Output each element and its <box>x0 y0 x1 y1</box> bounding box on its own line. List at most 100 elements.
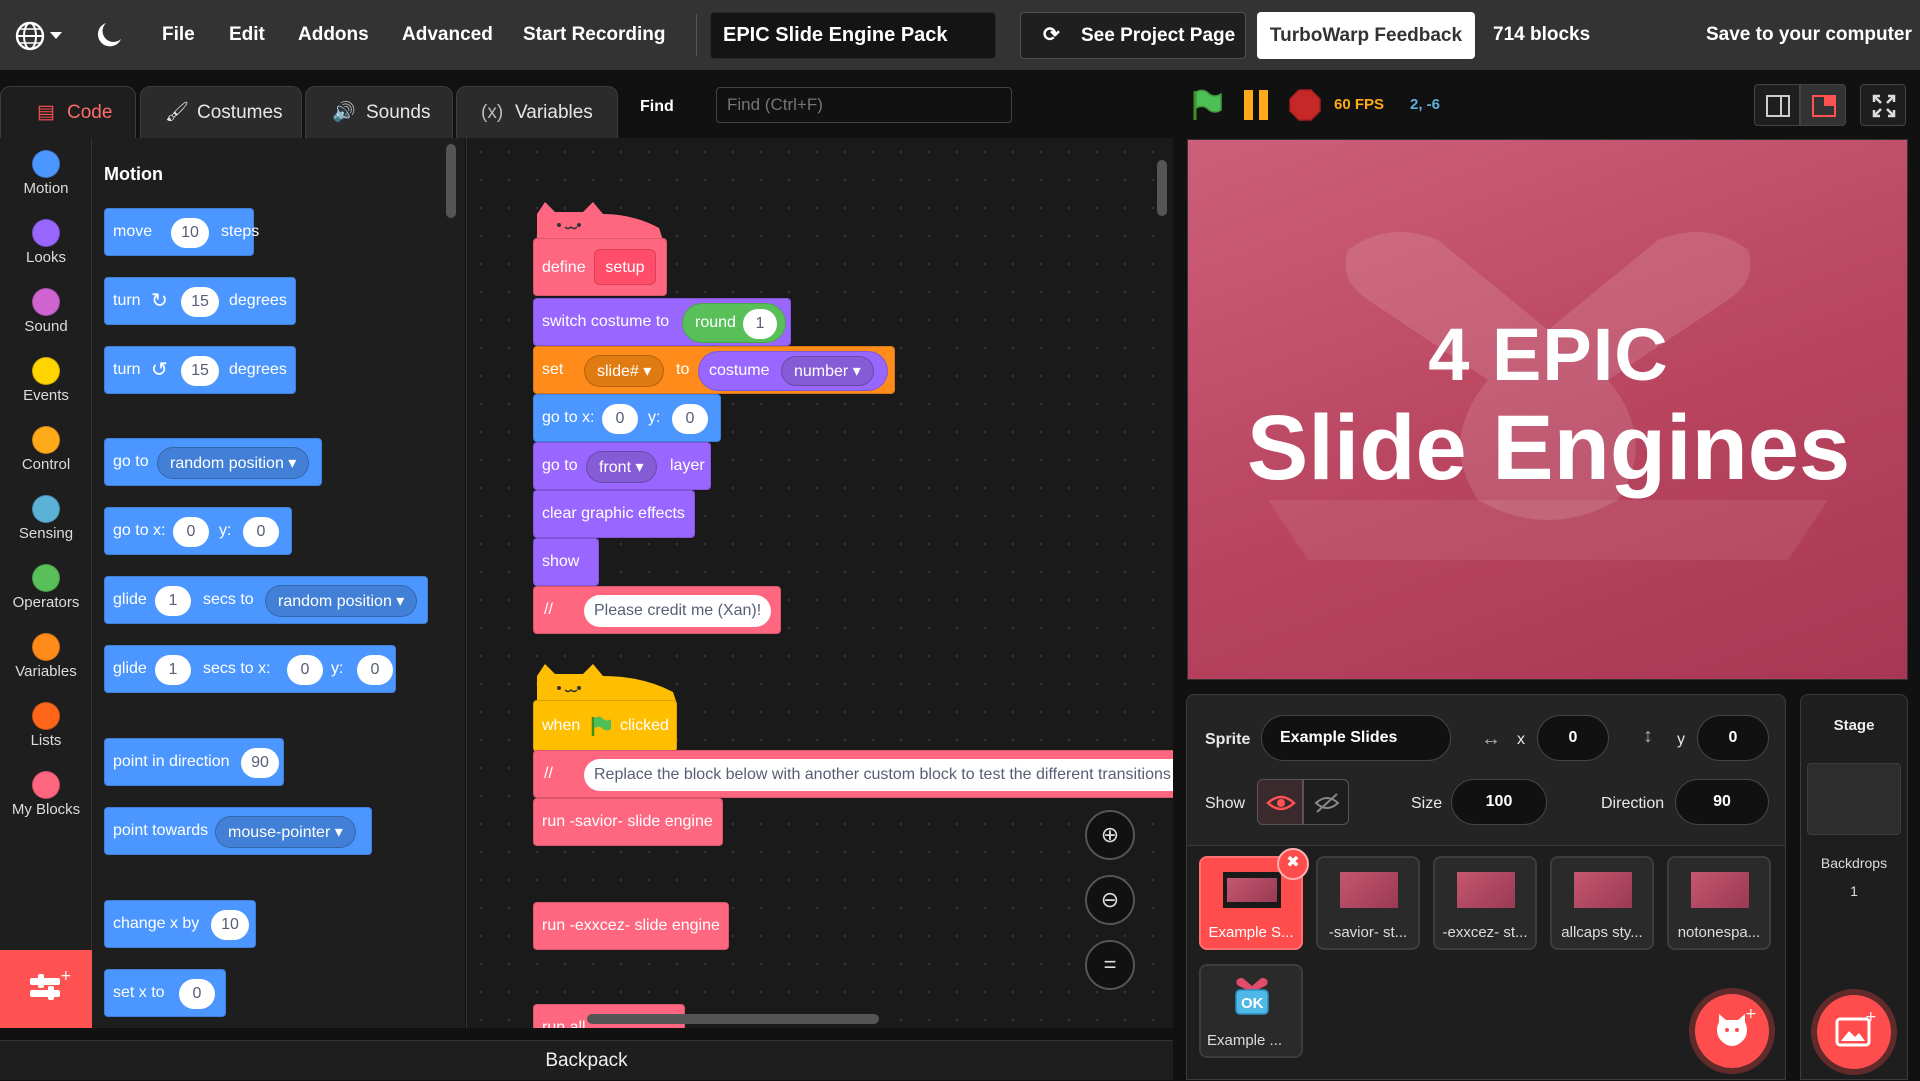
show-visible-button[interactable] <box>1257 779 1303 825</box>
see-project-page-button[interactable]: ⟳ See Project Page <box>1020 12 1246 59</box>
degrees-input[interactable]: 15 <box>181 287 219 317</box>
point-towards-dropdown[interactable]: mouse-pointer ▾ <box>215 816 356 848</box>
menu-edit[interactable]: Edit <box>229 0 265 70</box>
direction-input[interactable]: 90 <box>241 748 279 778</box>
secs-input[interactable]: 1 <box>155 655 191 685</box>
language-globe-icon[interactable] <box>14 20 46 52</box>
comment-text-input[interactable]: Replace the block below with another cus… <box>584 759 1173 791</box>
x-position-input[interactable]: 0 <box>1537 715 1609 761</box>
size-input[interactable]: 100 <box>1451 779 1547 825</box>
start-recording-button[interactable]: Start Recording <box>523 0 666 70</box>
category-control[interactable]: Control <box>0 414 92 482</box>
block-show[interactable]: show <box>533 538 599 586</box>
block-clear-graphic-effects[interactable]: clear graphic effects <box>533 490 695 538</box>
glide-target-dropdown[interactable]: random position ▾ <box>265 585 418 617</box>
menu-advanced[interactable]: Advanced <box>402 0 493 70</box>
block-when-flag-clicked[interactable]: when clicked <box>533 700 677 752</box>
block-comment-credit[interactable]: // Please credit me (Xan)! <box>533 586 781 634</box>
sprite-tile[interactable]: allcaps sty... <box>1550 856 1654 950</box>
round-input[interactable]: 1 <box>743 309 777 339</box>
secs-input[interactable]: 1 <box>155 586 191 616</box>
menu-addons[interactable]: Addons <box>298 0 369 70</box>
find-input[interactable] <box>716 87 1012 123</box>
category-sensing[interactable]: Sensing <box>0 483 92 551</box>
block-set-x[interactable]: set x to 0 <box>104 969 226 1017</box>
scripts-vertical-scrollbar[interactable] <box>1157 160 1167 216</box>
turbowarp-feedback-button[interactable]: TurboWarp Feedback <box>1257 12 1475 59</box>
category-my-blocks[interactable]: My Blocks <box>0 759 92 827</box>
stop-button[interactable] <box>1289 89 1321 121</box>
goto-target-dropdown[interactable]: random position ▾ <box>157 447 310 479</box>
degrees-input[interactable]: 15 <box>181 356 219 386</box>
x-input[interactable]: 0 <box>602 404 638 434</box>
block-go-to-xy[interactable]: go to x: 0 y: 0 <box>104 507 292 555</box>
block-go-to[interactable]: go to random position ▾ <box>104 438 322 486</box>
category-variables[interactable]: Variables <box>0 621 92 689</box>
pause-button[interactable] <box>1242 90 1272 120</box>
palette-scrollbar[interactable] <box>446 144 456 218</box>
show-hidden-button[interactable] <box>1303 779 1349 825</box>
zoom-in-button[interactable]: ⊕ <box>1085 810 1135 860</box>
scripts-workspace[interactable]: define setup switch costume to round 1 s… <box>466 138 1173 1028</box>
fullscreen-button[interactable] <box>1860 84 1906 126</box>
x-value-input[interactable]: 0 <box>179 979 215 1009</box>
block-move-steps[interactable]: move 10 steps <box>104 208 259 256</box>
block-define[interactable]: define setup <box>533 238 667 296</box>
save-to-computer-button[interactable]: Save to your computer <box>1706 0 1912 70</box>
x-input[interactable]: 0 <box>173 517 209 547</box>
layer-dropdown[interactable]: front ▾ <box>586 451 657 483</box>
green-flag-button[interactable] <box>1190 88 1224 122</box>
comment-text-input[interactable]: Please credit me (Xan)! <box>584 595 772 627</box>
costume-attribute-dropdown[interactable]: number ▾ <box>781 356 874 386</box>
y-input[interactable]: 0 <box>243 517 279 547</box>
x-input[interactable]: 0 <box>287 655 323 685</box>
dark-mode-moon-icon[interactable] <box>94 20 124 50</box>
category-operators[interactable]: Operators <box>0 552 92 620</box>
steps-input[interactable]: 10 <box>171 218 209 248</box>
backpack-header[interactable]: Backpack <box>0 1040 1173 1080</box>
block-point-towards[interactable]: point towards mouse-pointer ▾ <box>104 807 372 855</box>
category-looks[interactable]: Looks <box>0 207 92 275</box>
sprite-tile[interactable]: -savior- st... <box>1316 856 1420 950</box>
block-go-to-layer[interactable]: go to front ▾ layer <box>533 442 711 490</box>
tab-costumes[interactable]: 🖌 Costumes <box>140 86 302 139</box>
sprite-tile[interactable]: notonespa... <box>1667 856 1771 950</box>
round-operator-reporter[interactable]: round 1 <box>682 303 786 343</box>
small-stage-button[interactable] <box>1754 84 1800 126</box>
large-stage-button[interactable] <box>1800 84 1846 126</box>
block-change-x[interactable]: change x by 10 <box>104 900 256 948</box>
zoom-out-button[interactable]: ⊖ <box>1085 875 1135 925</box>
category-motion[interactable]: Motion <box>0 138 92 206</box>
direction-input[interactable]: 90 <box>1675 779 1769 825</box>
sprite-tile[interactable]: OK Example ... <box>1199 964 1303 1058</box>
delete-sprite-button[interactable]: ✖ <box>1277 848 1309 880</box>
block-go-to-xy[interactable]: go to x: 0 y: 0 <box>533 394 721 442</box>
block-glide-to[interactable]: glide 1 secs to random position ▾ <box>104 576 428 624</box>
tab-code[interactable]: ▤ Code <box>0 86 136 139</box>
category-events[interactable]: Events <box>0 345 92 413</box>
block-point-in-direction[interactable]: point in direction 90 <box>104 738 284 786</box>
block-switch-costume[interactable]: switch costume to round 1 <box>533 298 791 346</box>
category-sound[interactable]: Sound <box>0 276 92 344</box>
variable-dropdown[interactable]: slide# ▾ <box>584 355 665 387</box>
chevron-down-icon[interactable] <box>50 32 62 39</box>
tab-sounds[interactable]: 🔊 Sounds <box>305 86 453 139</box>
block-glide-to-xy[interactable]: glide 1 secs to x: 0 y: 0 <box>104 645 396 693</box>
block-run-savior-engine[interactable]: run -savior- slide engine <box>533 798 723 846</box>
tab-variables[interactable]: (x) Variables <box>456 86 618 139</box>
y-input[interactable]: 0 <box>357 655 393 685</box>
choose-backdrop-button[interactable]: + <box>1817 995 1891 1069</box>
block-turn-left[interactable]: turn ↺ 15 degrees <box>104 346 296 394</box>
x-change-input[interactable]: 10 <box>211 910 249 940</box>
stage-target-pane[interactable]: Stage Backdrops 1 + <box>1800 694 1908 1080</box>
add-extension-button[interactable]: + <box>0 950 92 1028</box>
y-position-input[interactable]: 0 <box>1697 715 1769 761</box>
block-comment-transitions[interactable]: // Replace the block below with another … <box>533 750 1173 798</box>
block-run-exxcez-engine[interactable]: run -exxcez- slide engine <box>533 902 729 950</box>
block-set-variable[interactable]: set slide# ▾ to costume number ▾ <box>533 346 895 394</box>
add-sprite-button[interactable]: + <box>1695 994 1769 1068</box>
sprite-tile[interactable]: -exxcez- st... <box>1433 856 1537 950</box>
y-input[interactable]: 0 <box>672 404 708 434</box>
stage-thumbnail[interactable] <box>1807 763 1901 835</box>
block-turn-right[interactable]: turn ↻ 15 degrees <box>104 277 296 325</box>
